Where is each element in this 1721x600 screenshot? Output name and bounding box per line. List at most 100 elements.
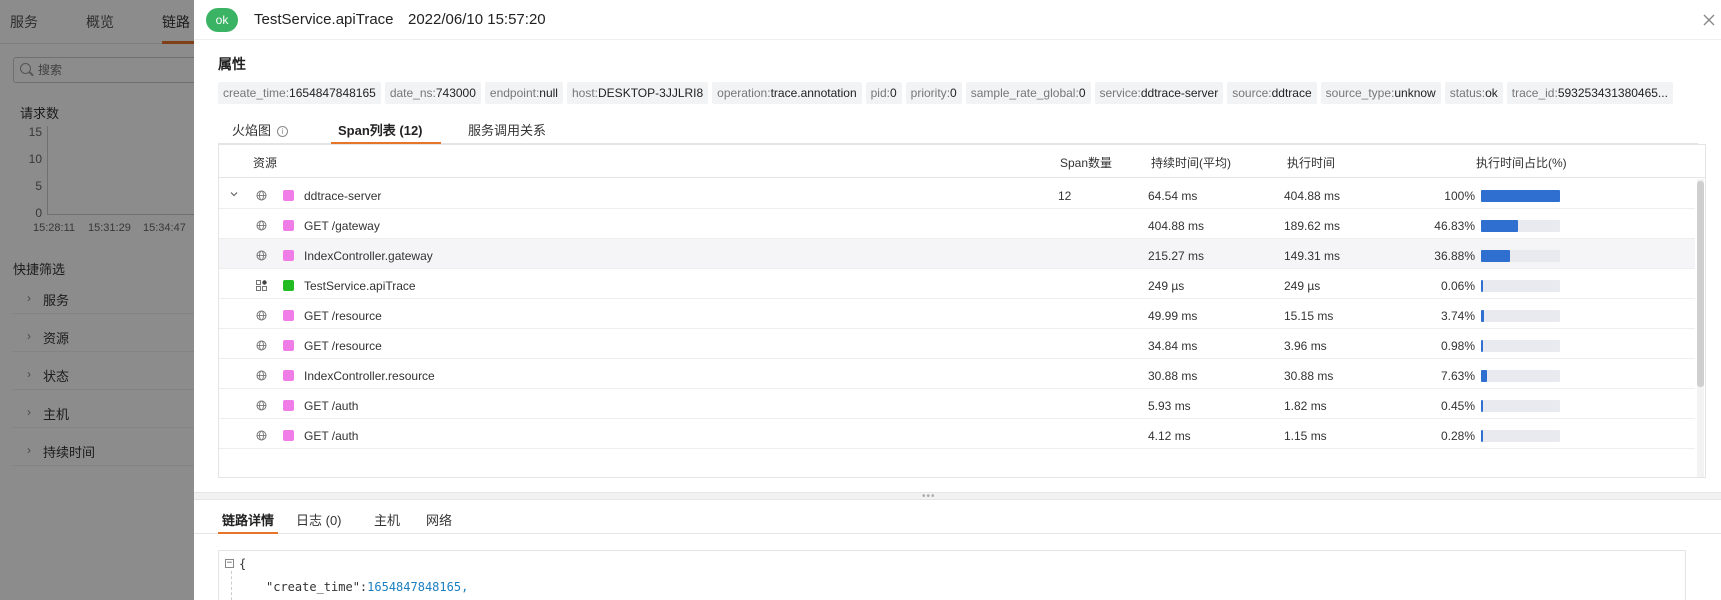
exec-pct-bar (1481, 250, 1560, 262)
exec-pct-label: 0.45% (1440, 399, 1475, 413)
col-exec-pct[interactable]: 执行时间占比(%) (1476, 154, 1567, 171)
globe-icon (256, 250, 267, 261)
avg-duration: 249 µs (1148, 279, 1185, 293)
avg-duration: 215.27 ms (1148, 249, 1205, 263)
resource-name: GET /gateway (304, 219, 380, 233)
attributes-title: 属性 (218, 56, 246, 72)
col-resource[interactable]: 资源 (253, 154, 277, 171)
json-open-brace: { (239, 557, 247, 571)
resource-name: GET /auth (304, 399, 359, 413)
exec-pct-label: 100% (1444, 189, 1475, 203)
exec-pct-label: 0.98% (1440, 339, 1475, 353)
resource-name: TestService.apiTrace (304, 279, 416, 293)
tab-span-list[interactable]: Span列表 (12) (338, 120, 423, 139)
table-row[interactable]: GET /resource 34.84 ms 3.96 ms 0.98% (219, 329, 1695, 359)
exec-pct-bar (1481, 400, 1560, 412)
tab-flamegraph[interactable]: 火焰图 i (232, 120, 289, 139)
exec-pct-label: 46.83% (1434, 219, 1475, 233)
globe-icon (256, 430, 267, 441)
attribute-tag: create_time:1654847848165 (218, 82, 381, 104)
globe-icon (256, 370, 267, 381)
attribute-tag: sample_rate_global:0 (965, 82, 1091, 104)
table-row[interactable]: GET /auth 4.12 ms 1.15 ms 0.28% (219, 419, 1695, 449)
attribute-key: host (571, 86, 595, 100)
tab-logs[interactable]: 日志 (0) (296, 510, 342, 529)
attribute-tag: priority:0 (905, 82, 962, 104)
span-table: 资源 Span数量 持续时间(平均) 执行时间 执行时间占比(%) ddtrac… (218, 144, 1706, 478)
table-row[interactable]: ddtrace-server 12 64.54 ms 404.88 ms 100% (219, 179, 1695, 209)
table-row[interactable]: TestService.apiTrace 249 µs 249 µs 0.06% (219, 269, 1695, 299)
attribute-value: 0 (1078, 86, 1086, 100)
resource-name: GET /resource (304, 309, 382, 323)
globe-icon (256, 340, 267, 351)
tab-network[interactable]: 网络 (426, 510, 452, 529)
col-span-count[interactable]: Span数量 (1060, 154, 1112, 171)
exec-pct-bar (1481, 370, 1560, 382)
chevron-down-icon[interactable] (229, 189, 239, 199)
service-color-swatch (283, 400, 294, 411)
panel-resize-handle[interactable]: ••• (194, 492, 1721, 502)
attribute-tag: source:ddtrace (1227, 82, 1317, 104)
table-row[interactable]: GET /gateway 404.88 ms 189.62 ms 46.83% (219, 209, 1695, 239)
json-viewer: − { "create_time":1654847848165, (218, 550, 1686, 600)
exec-time: 1.15 ms (1284, 429, 1327, 443)
attribute-key: date_ns (389, 86, 433, 100)
exec-pct-bar-fill (1481, 250, 1511, 262)
exec-pct-bar-fill (1481, 310, 1484, 322)
tab-service-map[interactable]: 服务调用关系 (468, 120, 546, 139)
table-row[interactable]: IndexController.resource 30.88 ms 30.88 ms… (219, 359, 1695, 389)
attribute-tag: host:DESKTOP-3JJLRI8 (566, 82, 709, 104)
exec-time: 30.88 ms (1284, 369, 1334, 383)
attribute-value: ddtrace (1271, 86, 1312, 100)
attribute-tag: service:ddtrace-server (1094, 82, 1224, 104)
exec-pct-label: 0.28% (1440, 429, 1475, 443)
service-color-swatch (283, 220, 294, 231)
exec-time: 149.31 ms (1284, 249, 1341, 263)
table-row[interactable]: GET /resource 49.99 ms 15.15 ms 3.74% (219, 299, 1695, 329)
attribute-value: trace.annotation (770, 86, 857, 100)
table-header: 资源 Span数量 持续时间(平均) 执行时间 执行时间占比(%) (219, 145, 1705, 178)
col-avg-duration[interactable]: 持续时间(平均) (1151, 154, 1231, 171)
attribute-key: status (1449, 86, 1482, 100)
collapse-icon[interactable]: − (225, 559, 234, 568)
attribute-tag: trace_id:593253431380465... (1506, 82, 1673, 104)
col-exec-time[interactable]: 执行时间 (1287, 154, 1335, 171)
attribute-key: source (1232, 86, 1269, 100)
exec-pct-label: 36.88% (1434, 249, 1475, 263)
exec-pct-bar (1481, 190, 1560, 202)
attribute-key: operation (717, 86, 768, 100)
globe-icon (256, 220, 267, 231)
attribute-tag: pid:0 (865, 82, 902, 104)
exec-pct-bar-fill (1481, 280, 1483, 292)
json-indent-guide (231, 571, 232, 600)
avg-duration: 4.12 ms (1148, 429, 1191, 443)
exec-pct-bar-fill (1481, 220, 1518, 232)
attribute-value: 593253431380465... (1557, 86, 1668, 100)
attribute-tag: status:ok (1444, 82, 1503, 104)
status-badge: ok (206, 8, 238, 32)
tab-host[interactable]: 主机 (374, 510, 400, 529)
close-icon[interactable] (1701, 12, 1717, 28)
tab-label: 火焰图 (232, 123, 272, 138)
service-color-swatch (283, 430, 294, 441)
exec-time: 404.88 ms (1284, 189, 1341, 203)
table-row[interactable]: GET /auth 5.93 ms 1.82 ms 0.45% (219, 389, 1695, 419)
exec-time: 3.96 ms (1284, 339, 1327, 353)
service-color-swatch (283, 250, 294, 261)
attribute-value: 0 (950, 86, 957, 100)
table-scrollbar[interactable] (1697, 179, 1704, 477)
exec-pct-bar (1481, 430, 1560, 442)
resource-name: IndexController.gateway (304, 249, 433, 263)
exec-pct-label: 0.06% (1440, 279, 1475, 293)
exec-pct-label: 7.63% (1440, 369, 1475, 383)
attribute-value: null (539, 86, 558, 100)
globe-icon (256, 400, 267, 411)
resource-name: ddtrace-server (304, 189, 382, 203)
exec-pct-bar-fill (1481, 190, 1560, 202)
attribute-tag: operation:trace.annotation (712, 82, 862, 104)
scrollbar-thumb[interactable] (1697, 181, 1704, 387)
exec-time: 189.62 ms (1284, 219, 1341, 233)
drawer-time: 2022/06/10 15:57:20 (408, 11, 546, 28)
tab-trace-detail[interactable]: 链路详情 (222, 510, 274, 529)
table-row[interactable]: IndexController.gateway 215.27 ms 149.31 m… (219, 239, 1695, 269)
